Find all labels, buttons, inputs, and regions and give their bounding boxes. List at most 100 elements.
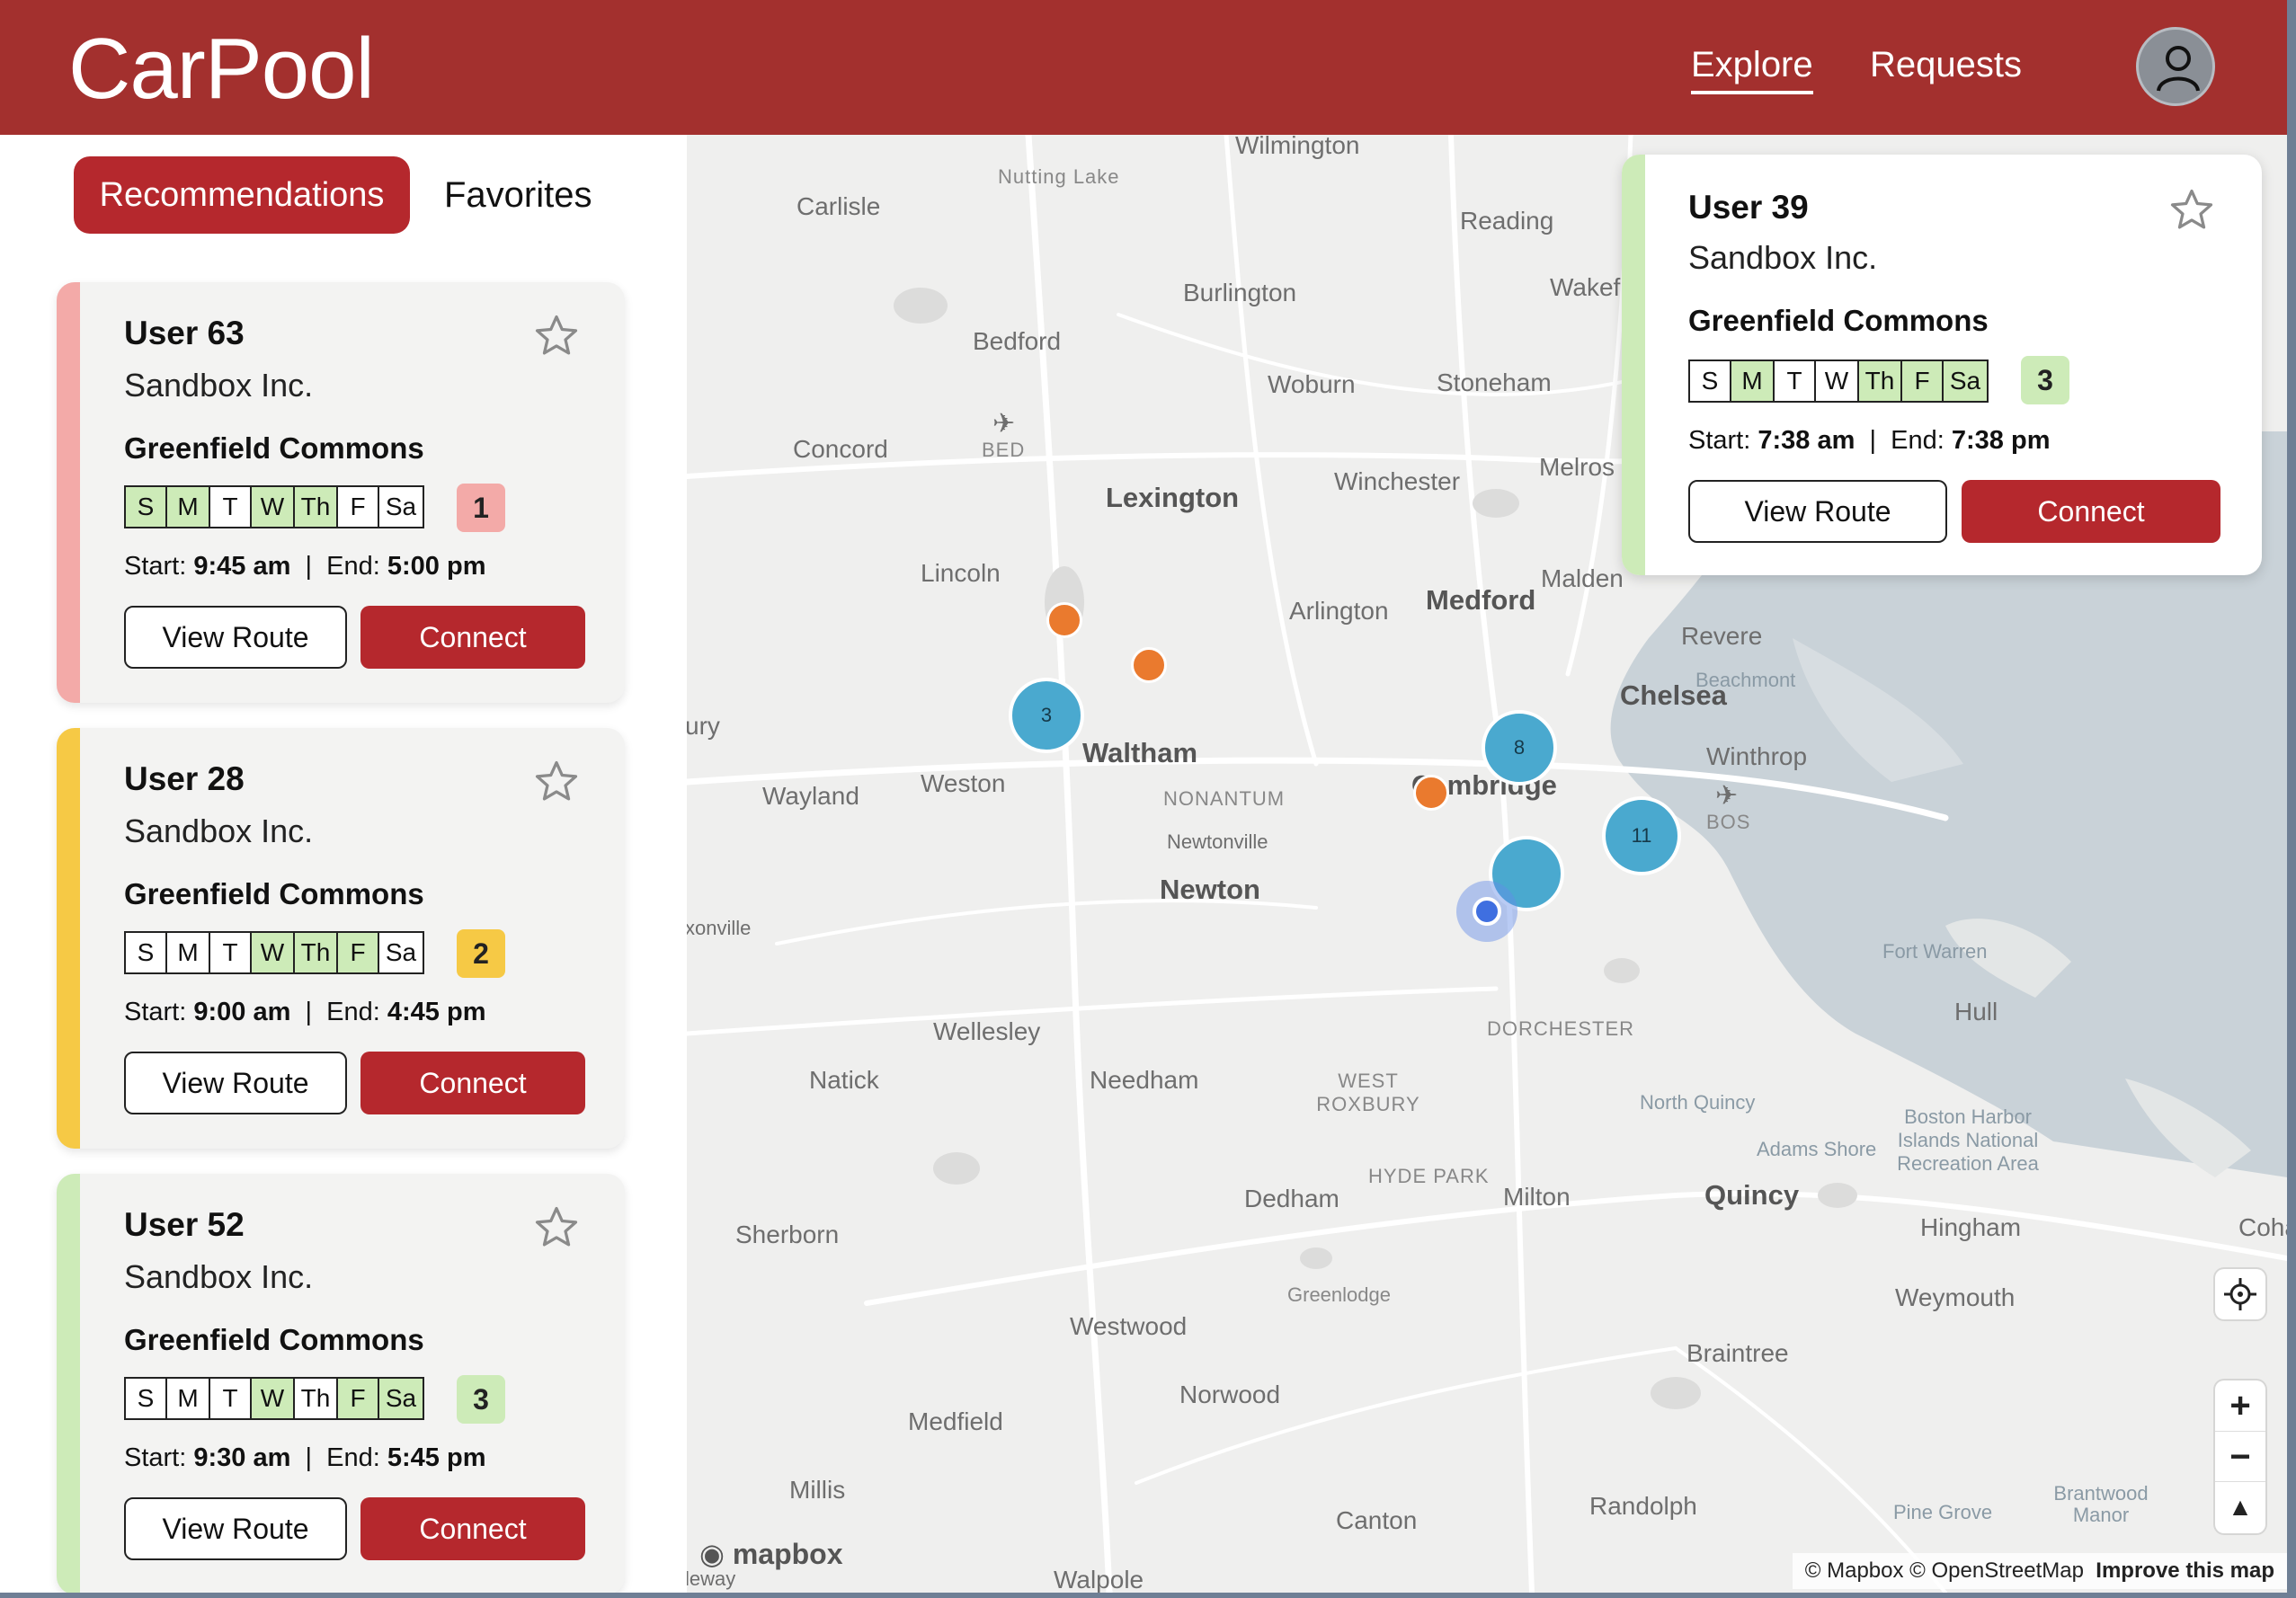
day-schedule: S M T W Th F Sa (1688, 360, 1989, 403)
map-label: Lexington (1106, 482, 1240, 513)
end-time: 4:45 pm (387, 998, 486, 1026)
connect-button[interactable]: Connect (1962, 480, 2220, 543)
map-label: Hingham (1920, 1213, 2022, 1241)
map-label: Malden (1541, 564, 1624, 592)
map-label: Hull (1954, 998, 1998, 1025)
card-accent (57, 1174, 80, 1593)
map-label: Woburn (1268, 370, 1356, 398)
map-label: Quincy (1704, 1179, 1800, 1211)
mapbox-logo[interactable]: ◉ mapbox (699, 1537, 843, 1571)
start-label: Start: (124, 552, 187, 581)
connect-button[interactable]: Connect (360, 606, 585, 669)
map-label: Brantwood Manor (2053, 1482, 2149, 1526)
day-cell: Sa (1944, 361, 1987, 401)
geolocate-button[interactable] (2215, 1269, 2265, 1319)
day-cell: T (210, 487, 252, 527)
map-pin[interactable] (1046, 602, 1082, 638)
map-pin[interactable] (1413, 775, 1449, 811)
user-card: User 28 Sandbox Inc. Greenfield Commons S M T… (57, 728, 625, 1149)
tab-recommendations[interactable]: Recommendations (74, 156, 410, 234)
map-label: Weston (921, 769, 1006, 797)
nav-explore[interactable]: Explore (1691, 45, 1813, 94)
view-route-button[interactable]: View Route (124, 606, 347, 669)
star-icon[interactable] (531, 757, 582, 807)
day-cell: F (1902, 361, 1944, 401)
star-icon[interactable] (531, 311, 582, 361)
end-label: End: (326, 1443, 380, 1472)
star-icon[interactable] (531, 1203, 582, 1253)
app-logo[interactable]: CarPool (68, 20, 375, 119)
attribution-text[interactable]: © Mapbox © OpenStreetMap (1805, 1558, 2084, 1583)
map-label: Walpole (1054, 1566, 1144, 1593)
map-label: Wayland (762, 782, 859, 810)
day-cell: S (126, 487, 167, 527)
map-label: Canton (1336, 1506, 1418, 1534)
end-label: End: (326, 552, 380, 581)
card-accent (57, 282, 80, 703)
time-range: Start: 9:30 am | End: 5:45 pm (124, 1443, 486, 1472)
day-cell: T (1775, 361, 1816, 401)
mapbox-logo-text: mapbox (732, 1538, 843, 1570)
company-name: Sandbox Inc. (124, 1258, 314, 1295)
start-label: Start: (124, 998, 187, 1026)
map-label: Winthrop (1706, 742, 1808, 770)
end-label: End: (326, 998, 380, 1026)
day-cell: W (252, 933, 295, 972)
user-popup: User 39 Sandbox Inc. Greenfield Commons … (1622, 155, 2262, 575)
location-name: Greenfield Commons (124, 877, 424, 910)
day-cell: Th (295, 1379, 338, 1418)
start-time: 9:45 am (193, 552, 291, 581)
card-accent (57, 728, 80, 1149)
start-label: Start: (1688, 426, 1751, 455)
star-icon[interactable] (2167, 185, 2217, 235)
day-cell: M (167, 1379, 210, 1418)
view-route-button[interactable]: View Route (124, 1052, 347, 1114)
map-label: Newtonville (1167, 830, 1268, 853)
map-cluster[interactable]: 8 (1482, 710, 1557, 786)
map-label: HYDE PARK (1368, 1165, 1490, 1187)
map-cluster[interactable]: 3 (1009, 678, 1084, 753)
day-cell: F (338, 933, 379, 972)
map-label: Reading (1460, 207, 1554, 235)
map-view[interactable]: Wilmington Nutting Lake Carlisle Reading… (687, 135, 2287, 1593)
map-label: Winchester (1334, 467, 1461, 495)
user-name: User 63 (124, 315, 245, 351)
match-badge: 3 (457, 1375, 505, 1424)
match-badge: 1 (457, 484, 505, 532)
time-range: Start: 9:00 am | End: 4:45 pm (124, 998, 486, 1026)
popup-user-name: User 39 (1688, 189, 1809, 226)
profile-avatar[interactable] (2136, 27, 2215, 106)
map-label: Melros (1539, 453, 1615, 481)
compass-button[interactable]: ▲ (2215, 1481, 2265, 1531)
map-label: Boston Harbor Islands National Recreatio… (1897, 1105, 2039, 1175)
view-route-button[interactable]: View Route (1688, 480, 1947, 543)
app-header: CarPool Explore Requests (0, 0, 2287, 135)
map-label: Wilmington (1235, 135, 1360, 159)
map-label: BOS (1706, 811, 1751, 833)
map-label: Bedford (973, 327, 1062, 355)
map-pin[interactable] (1131, 647, 1167, 683)
map-label: ury (687, 712, 720, 740)
nav-requests[interactable]: Requests (1870, 45, 2022, 85)
connect-button[interactable]: Connect (360, 1052, 585, 1114)
zoom-in-button[interactable]: + (2215, 1380, 2265, 1431)
user-name: User 28 (124, 760, 245, 797)
view-route-button[interactable]: View Route (124, 1497, 347, 1560)
map-label: NONANTUM (1163, 787, 1286, 810)
connect-button[interactable]: Connect (360, 1497, 585, 1560)
map-label: Westwood (1070, 1312, 1188, 1340)
improve-map-link[interactable]: Improve this map (2096, 1558, 2274, 1583)
popup-company: Sandbox Inc. (1688, 239, 1878, 276)
location-name: Greenfield Commons (124, 1323, 424, 1356)
user-icon (2157, 46, 2200, 92)
map-cluster[interactable]: 11 (1602, 796, 1681, 875)
tab-favorites[interactable]: Favorites (444, 156, 592, 234)
map-label: Lincoln (921, 559, 1001, 587)
map-attribution: © Mapbox © OpenStreetMap Improve this ma… (1792, 1553, 2287, 1589)
day-cell: M (1731, 361, 1775, 401)
zoom-out-button[interactable]: − (2215, 1431, 2265, 1481)
mapbox-icon: ◉ (699, 1538, 733, 1570)
end-time: 5:00 pm (387, 552, 486, 581)
popup-times: Start: 7:38 am | End: 7:38 pm (1688, 426, 2051, 455)
map-label: Concord (793, 435, 888, 463)
